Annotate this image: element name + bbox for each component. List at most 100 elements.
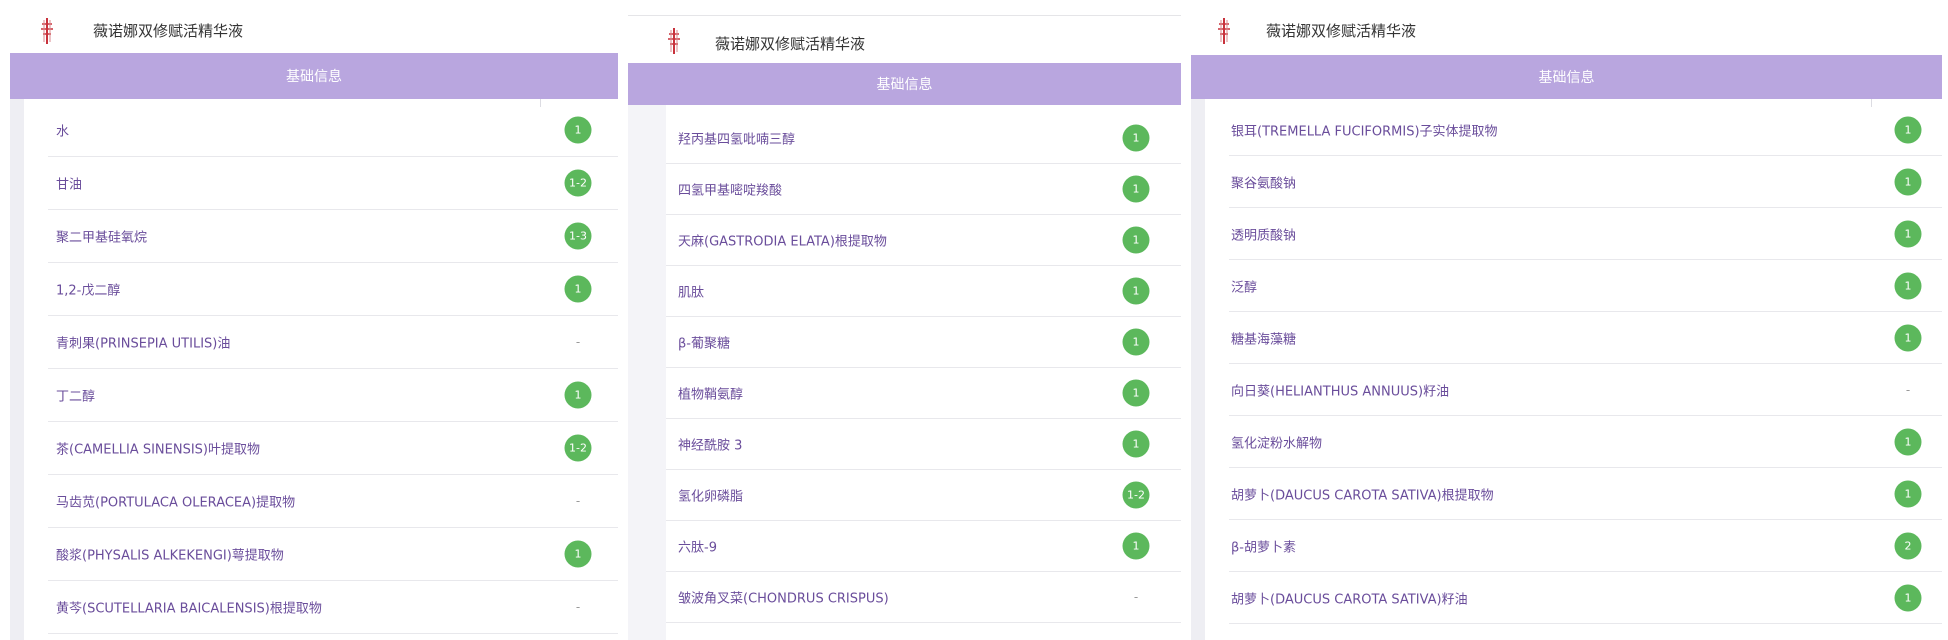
score-badge: 1	[1894, 428, 1922, 455]
section-title: 基础信息	[876, 77, 933, 93]
score-badge: 1	[1122, 430, 1150, 458]
ingredient-name: 黄芩(SCUTELLARIA BAICALENSIS)根提取物	[56, 601, 322, 617]
ingredient-name: 肌肽	[678, 285, 705, 301]
score-badge: 1	[1894, 272, 1922, 299]
ingredient-name: 聚二甲基硅氧烷	[56, 230, 148, 246]
score-badge: 1	[1122, 379, 1150, 407]
list-item[interactable]: 六肽-9 1	[666, 521, 1181, 572]
list-item[interactable]: 植物鞘氨醇 1	[666, 368, 1181, 419]
product-name: 薇诺娜双修赋活精华液	[715, 35, 866, 53]
ingredient-name: 神经酰胺 3	[678, 438, 743, 454]
screenshot-panel-2: 薇诺娜双修赋活精华液 基础信息 羟丙基四氢吡喃三醇 1 四氢甲基嘧啶羧酸 1 天…	[628, 0, 1181, 640]
ingredient-name: 氢化卵磷脂	[678, 489, 744, 505]
score-empty: -	[575, 494, 581, 508]
score-empty: -	[575, 335, 581, 349]
list-item[interactable]: 皱波角叉菜(CHONDRUS CRISPUS) -	[666, 572, 1181, 623]
ingredient-name: 酸浆(PHYSALIS ALKEKENGI)萼提取物	[56, 548, 284, 564]
screenshot-panel-3: 薇诺娜双修赋活精华液 基础信息 银耳(TREMELLA FUCIFORMIS)子…	[1191, 0, 1942, 640]
ingredient-name: 丁二醇	[56, 389, 96, 405]
score-badge: 1	[1894, 584, 1922, 611]
score-badge: 1-3	[564, 222, 592, 250]
list-item[interactable]: 四氢甲基嘧啶羧酸 1	[666, 164, 1181, 215]
list-item[interactable]: β-葡聚糖 1	[666, 317, 1181, 368]
ingredient-name: 天麻(GASTRODIA ELATA)根提取物	[678, 234, 887, 250]
score-badge: 1	[1894, 480, 1922, 507]
ingredient-name: 茶(CAMELLIA SINENSIS)叶提取物	[56, 442, 260, 458]
score-badge: 1-2	[564, 434, 592, 462]
ingredient-name: 向日葵(HELIANTHUS ANNUUS)籽油	[1231, 384, 1450, 399]
score-badge: 1	[564, 116, 592, 144]
ingredient-name: 氢化淀粉水解物	[1231, 436, 1323, 451]
brand-logo-icon	[36, 16, 58, 46]
ingredient-name: β-葡聚糖	[678, 336, 730, 352]
list-item[interactable]: 丁二醇 1	[48, 369, 618, 422]
list-item[interactable]: 神经酰胺 3 1	[666, 419, 1181, 470]
score-badge: 1	[1122, 124, 1150, 152]
list-item[interactable]: 聚二甲基硅氧烷 1-3	[48, 210, 618, 263]
list-item[interactable]: 聚谷氨酸钠 1	[1229, 156, 1942, 208]
list-item[interactable]: 氢化淀粉水解物 1	[1229, 416, 1942, 468]
score-badge: 1	[564, 275, 592, 303]
score-empty: -	[575, 600, 581, 614]
list-item[interactable]: 胡萝卜(DAUCUS CAROTA SATIVA)籽油 1	[1229, 572, 1942, 624]
list-item[interactable]: 黄芩(SCUTELLARIA BAICALENSIS)根提取物 -	[48, 581, 618, 634]
ingredient-name: 糖基海藻糖	[1231, 332, 1297, 347]
list-item[interactable]: 天麻(GASTRODIA ELATA)根提取物 1	[666, 215, 1181, 266]
product-header: 薇诺娜双修赋活精华液	[10, 0, 618, 50]
list-item[interactable]: 马齿苋(PORTULACA OLERACEA)提取物 -	[48, 475, 618, 528]
ingredient-name: 植物鞘氨醇	[678, 387, 744, 403]
ingredient-name: 泛醇	[1231, 280, 1258, 295]
score-badge: 1-2	[564, 169, 592, 197]
list-item[interactable]: 泛醇 1	[1229, 260, 1942, 312]
list-item[interactable]: 甘油 1-2	[48, 157, 618, 210]
list-item[interactable]: 肌肽 1	[666, 266, 1181, 317]
list-item[interactable]: 胡萝卜(DAUCUS CAROTA SATIVA)根提取物 1	[1229, 468, 1942, 520]
list-item[interactable]: 水 1	[48, 104, 618, 157]
left-gutter	[10, 99, 24, 640]
score-empty: -	[1905, 382, 1911, 397]
ingredient-name: 皱波角叉菜(CHONDRUS CRISPUS)	[678, 591, 889, 607]
ingredient-name: 四氢甲基嘧啶羧酸	[678, 183, 783, 199]
section-title-bar: 基础信息	[10, 53, 618, 99]
ingredient-name: 甘油	[56, 177, 83, 193]
brand-logo-icon	[663, 26, 685, 56]
list-item[interactable]: 银耳(TREMELLA FUCIFORMIS)子实体提取物 1	[1229, 104, 1942, 156]
score-empty: -	[1133, 590, 1139, 604]
ingredient-name: 胡萝卜(DAUCUS CAROTA SATIVA)籽油	[1231, 592, 1468, 607]
list-item[interactable]: 酸浆(PHYSALIS ALKEKENGI)萼提取物 1	[48, 528, 618, 581]
list-item[interactable]: 糖基海藻糖 1	[1229, 312, 1942, 364]
list-item[interactable]: 羟丙基四氢吡喃三醇 1	[666, 113, 1181, 164]
left-gutter	[1191, 99, 1205, 640]
list-item[interactable]: 茶(CAMELLIA SINENSIS)叶提取物 1-2	[48, 422, 618, 475]
ingredient-name: 马齿苋(PORTULACA OLERACEA)提取物	[56, 495, 296, 511]
section-title: 基础信息	[1538, 70, 1595, 86]
list-item[interactable]: β-胡萝卜素 2	[1229, 520, 1942, 572]
section-title-bar: 基础信息	[1191, 55, 1942, 99]
brand-logo-icon	[1213, 16, 1235, 46]
ingredient-name: β-胡萝卜素	[1231, 540, 1296, 555]
ingredient-name: 羟丙基四氢吡喃三醇	[678, 132, 796, 148]
list-item[interactable]: 1,2-戊二醇 1	[48, 263, 618, 316]
score-badge: 1	[1122, 532, 1150, 560]
list-item[interactable]: 青刺果(PRINSEPIA UTILIS)油 -	[48, 316, 618, 369]
score-badge: 1	[564, 381, 592, 409]
score-badge: 2	[1894, 532, 1922, 559]
screenshot-panel-1: 薇诺娜双修赋活精华液 基础信息 水 1 甘油 1-2 聚二甲基硅氧烷 1-3 1…	[10, 0, 618, 640]
score-badge: 1	[1122, 226, 1150, 254]
score-badge: 1	[1122, 328, 1150, 356]
score-badge: 1	[1122, 175, 1150, 203]
score-badge: 1	[1894, 168, 1922, 195]
section-title: 基础信息	[286, 69, 342, 85]
ingredient-name: 六肽-9	[678, 540, 717, 556]
product-name: 薇诺娜双修赋活精华液	[93, 22, 244, 40]
list-item[interactable]: 向日葵(HELIANTHUS ANNUUS)籽油 -	[1229, 364, 1942, 416]
ingredient-name: 聚谷氨酸钠	[1231, 176, 1297, 191]
product-header: 薇诺娜双修赋活精华液	[1191, 0, 1942, 50]
score-badge: 1	[564, 540, 592, 568]
ingredient-name: 青刺果(PRINSEPIA UTILIS)油	[56, 336, 231, 352]
list-item[interactable]: 氢化卵磷脂 1-2	[666, 470, 1181, 521]
list-item[interactable]: 透明质酸钠 1	[1229, 208, 1942, 260]
ingredient-name: 银耳(TREMELLA FUCIFORMIS)子实体提取物	[1231, 124, 1498, 139]
score-badge: 1	[1894, 116, 1922, 143]
score-badge: 1	[1122, 277, 1150, 305]
